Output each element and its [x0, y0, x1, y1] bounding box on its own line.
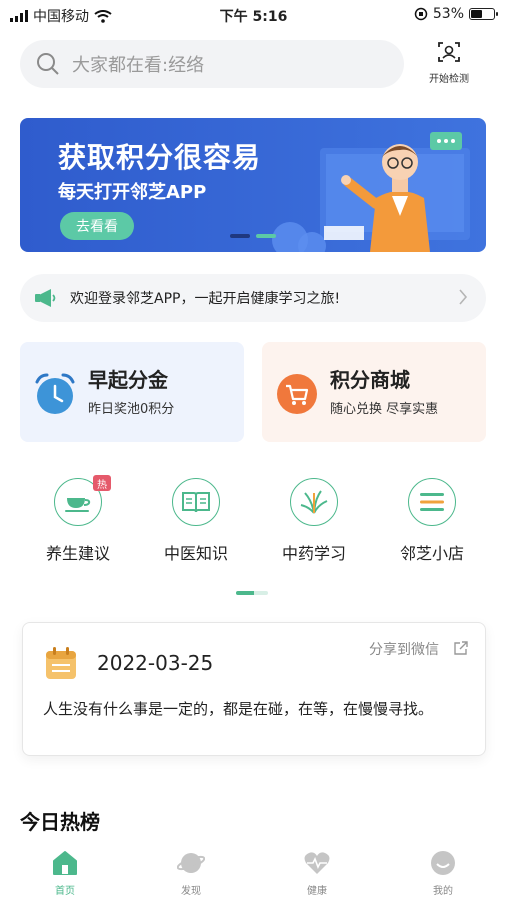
tab-label: 发现: [181, 886, 201, 897]
start-detect-label: 开始检测: [429, 74, 469, 85]
early-rise-subtitle: 昨日奖池0积分: [88, 402, 175, 417]
home-icon: [53, 851, 77, 875]
chevron-right-icon: [459, 289, 468, 305]
status-bar: 中国移动 下午 5:16 53%: [0, 0, 507, 30]
points-mall-title: 积分商城: [330, 368, 410, 392]
shopping-cart-icon: [277, 374, 317, 414]
notice-bar[interactable]: 欢迎登录邻芝APP，一起开启健康学习之旅!: [20, 274, 486, 322]
tab-label: 首页: [55, 886, 75, 897]
category-page-indicator: [236, 591, 268, 595]
banner-subtitle: 每天打开邻芝APP: [58, 182, 207, 203]
bottom-tab-bar: 首页 发现 健康 我的: [0, 846, 507, 900]
promo-banner[interactable]: 获取积分很容易 每天打开邻芝APP 去看看: [20, 118, 486, 252]
points-mall-subtitle: 随心兑换 尽享实惠: [330, 402, 439, 417]
banner-dot-active: [256, 234, 276, 238]
category-health-tips[interactable]: 热 养生建议: [28, 475, 128, 564]
megaphone-icon: [35, 289, 56, 307]
banner-pagination: [230, 234, 276, 238]
category-label: 邻芝小店: [399, 544, 464, 563]
quote-text: 人生没有什么事是一定的，都是在碰，在等，在慢慢寻找。: [43, 700, 434, 718]
tab-health[interactable]: 健康: [282, 850, 352, 897]
points-mall-card[interactable]: 积分商城 随心兑换 尽享实惠: [262, 342, 486, 442]
tab-label: 健康: [307, 886, 327, 897]
quote-date: 2022-03-25: [97, 651, 214, 675]
category-tcm-knowledge[interactable]: 中医知识: [146, 478, 246, 564]
tea-cup-icon: [65, 498, 91, 512]
category-shop[interactable]: 邻芝小店: [382, 478, 482, 564]
battery-percent: 53%: [432, 6, 464, 22]
herb-icon: [300, 490, 328, 514]
face-scan-icon: [438, 42, 460, 62]
early-rise-card[interactable]: 早起分金 昨日奖池0积分: [20, 342, 244, 442]
category-label: 中医知识: [163, 544, 228, 563]
tab-profile[interactable]: 我的: [408, 850, 478, 897]
share-icon[interactable]: [453, 640, 469, 656]
tab-home[interactable]: 首页: [30, 850, 100, 897]
search-placeholder: 大家都在看:经络: [72, 55, 205, 76]
planet-icon: [176, 853, 206, 873]
search-icon: [37, 53, 59, 75]
banner-go-button[interactable]: 去看看: [60, 212, 134, 240]
daily-quote-card: 2022-03-25 分享到微信 人生没有什么事是一定的，都是在碰，在等，在慢慢…: [22, 622, 486, 756]
heart-pulse-icon: [304, 852, 330, 874]
early-rise-title: 早起分金: [88, 368, 168, 392]
search-bar[interactable]: 大家都在看:经络: [20, 40, 404, 88]
hot-badge: 热: [93, 475, 111, 491]
category-label: 中药学习: [281, 544, 346, 563]
tab-label: 我的: [433, 886, 453, 897]
category-label: 养生建议: [45, 544, 110, 563]
banner-title: 获取积分很容易: [58, 141, 262, 174]
share-wechat-link[interactable]: 分享到微信: [369, 639, 439, 659]
notice-text: 欢迎登录邻芝APP，一起开启健康学习之旅!: [70, 291, 341, 307]
calendar-icon: [46, 647, 76, 679]
alarm-clock-icon: [35, 373, 75, 414]
battery-icon: [469, 8, 498, 20]
profile-icon: [431, 851, 455, 875]
shop-list-icon: [420, 493, 444, 511]
start-detect-button[interactable]: 开始检测: [420, 40, 478, 85]
category-herb-study[interactable]: 中药学习: [264, 478, 364, 564]
book-icon: [182, 492, 210, 513]
teacher-illustration: [272, 132, 470, 252]
hot-list-title: 今日热榜: [20, 810, 100, 834]
orientation-lock-icon: [414, 7, 428, 21]
banner-dot: [230, 234, 250, 238]
tab-discover[interactable]: 发现: [156, 850, 226, 897]
